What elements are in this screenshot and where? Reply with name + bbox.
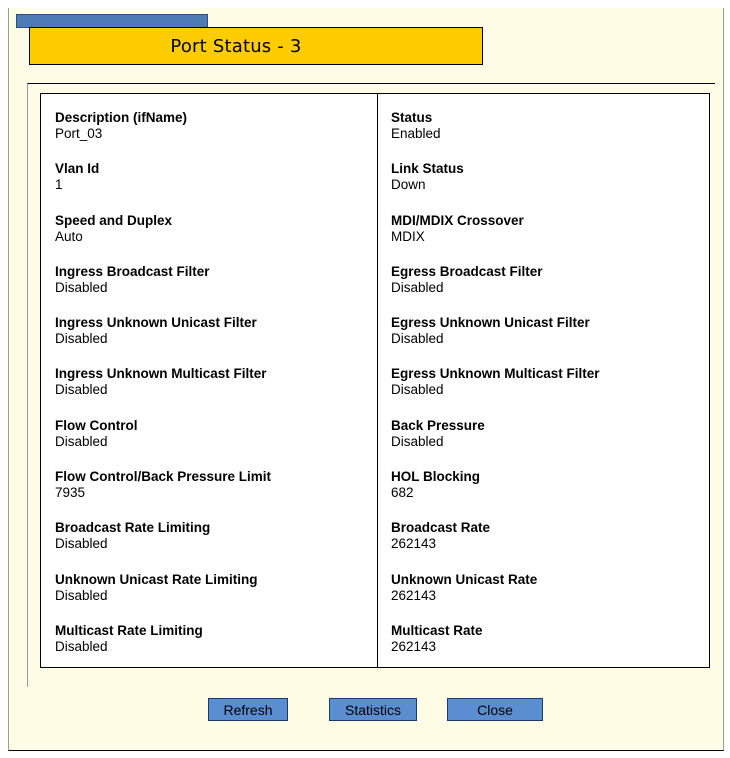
field-label: Multicast Rate: [391, 622, 483, 638]
field-label: Back Pressure: [391, 417, 485, 433]
field-unknown-unicast-rate: Unknown Unicast Rate 262143: [391, 572, 691, 623]
field-label: Broadcast Rate: [391, 520, 491, 536]
field-multicast-rate: Multicast Rate 262143: [391, 623, 691, 674]
header-tab-strip: [16, 14, 208, 28]
field-label: Ingress Broadcast Filter: [55, 263, 210, 279]
field-label: Ingress Unknown Unicast Filter: [55, 315, 257, 331]
port-details: Description (ifName) Port_03 Vlan Id 1 S…: [40, 93, 710, 668]
field-label: Broadcast Rate Limiting: [55, 520, 211, 536]
column-divider: [377, 94, 378, 667]
field-hol-blocking: HOL Blocking 682: [391, 469, 691, 520]
field-ingress-unknown-unicast-filter: Ingress Unknown Unicast Filter Disabled: [55, 315, 355, 366]
field-ingress-unknown-multicast-filter: Ingress Unknown Multicast Filter Disable…: [55, 366, 355, 417]
field-value: 262143: [391, 587, 437, 603]
field-flow-control-limit: Flow Control/Back Pressure Limit 7935: [55, 469, 355, 520]
field-value: 7935: [55, 485, 86, 501]
field-label: Flow Control/Back Pressure Limit: [55, 469, 272, 485]
left-column: Description (ifName) Port_03 Vlan Id 1 S…: [55, 110, 355, 674]
field-label: Unknown Unicast Rate Limiting: [55, 571, 258, 587]
field-value: 682: [391, 485, 414, 501]
field-value: 262143: [391, 536, 437, 552]
field-egress-broadcast-filter: Egress Broadcast Filter Disabled: [391, 264, 691, 315]
field-unknown-unicast-rate-limiting: Unknown Unicast Rate Limiting Disabled: [55, 572, 355, 623]
field-speed-duplex: Speed and Duplex Auto: [55, 213, 355, 264]
dialog-title: Port Status - 3: [170, 35, 302, 57]
field-value: Down: [391, 177, 426, 193]
field-value: MDIX: [391, 228, 425, 244]
field-value: Disabled: [391, 382, 444, 398]
field-broadcast-rate-limiting: Broadcast Rate Limiting Disabled: [55, 520, 355, 571]
field-egress-unknown-unicast-filter: Egress Unknown Unicast Filter Disabled: [391, 315, 691, 366]
field-value: 1: [55, 177, 63, 193]
field-value: Enabled: [391, 126, 441, 141]
field-label: Description (ifName): [55, 110, 188, 125]
field-label: Speed and Duplex: [55, 212, 173, 228]
field-value: Disabled: [391, 279, 444, 295]
right-column: Status Enabled Link Status Down MDI/MDIX…: [391, 110, 691, 674]
field-label: Vlan Id: [55, 161, 100, 177]
field-broadcast-rate: Broadcast Rate 262143: [391, 520, 691, 571]
field-value: Port_03: [55, 126, 103, 141]
close-button[interactable]: Close: [447, 698, 543, 721]
field-label: Egress Unknown Unicast Filter: [391, 315, 590, 331]
field-label: Multicast Rate Limiting: [55, 622, 203, 638]
field-description: Description (ifName) Port_03: [55, 110, 355, 161]
field-mdi-mdix-crossover: MDI/MDIX Crossover MDIX: [391, 213, 691, 264]
field-label: Ingress Unknown Multicast Filter: [55, 366, 267, 382]
field-value: Disabled: [55, 536, 108, 552]
field-label: Status: [391, 110, 433, 125]
refresh-button[interactable]: Refresh: [208, 698, 288, 721]
field-label: Flow Control: [55, 417, 138, 433]
field-value: Disabled: [391, 331, 444, 347]
field-value: Disabled: [391, 433, 444, 449]
field-label: HOL Blocking: [391, 469, 481, 485]
field-label: Link Status: [391, 161, 464, 177]
field-vlan-id: Vlan Id 1: [55, 161, 355, 212]
field-label: MDI/MDIX Crossover: [391, 212, 524, 228]
field-link-status: Link Status Down: [391, 161, 691, 212]
field-label: Unknown Unicast Rate: [391, 571, 538, 587]
field-value: Disabled: [55, 331, 108, 347]
field-egress-unknown-multicast-filter: Egress Unknown Multicast Filter Disabled: [391, 366, 691, 417]
title-tab: Port Status - 3: [29, 27, 483, 65]
field-value: Disabled: [55, 587, 108, 603]
field-back-pressure: Back Pressure Disabled: [391, 418, 691, 469]
field-value: Auto: [55, 228, 83, 244]
field-value: Disabled: [55, 382, 108, 398]
field-value: 262143: [391, 638, 437, 654]
field-multicast-rate-limiting: Multicast Rate Limiting Disabled: [55, 623, 355, 674]
field-value: Disabled: [55, 638, 108, 654]
field-label: Egress Unknown Multicast Filter: [391, 366, 600, 382]
field-flow-control: Flow Control Disabled: [55, 418, 355, 469]
field-label: Egress Broadcast Filter: [391, 263, 543, 279]
field-ingress-broadcast-filter: Ingress Broadcast Filter Disabled: [55, 264, 355, 315]
statistics-button[interactable]: Statistics: [329, 698, 417, 721]
field-status: Status Enabled: [391, 110, 691, 161]
field-value: Disabled: [55, 433, 108, 449]
field-value: Disabled: [55, 279, 108, 295]
